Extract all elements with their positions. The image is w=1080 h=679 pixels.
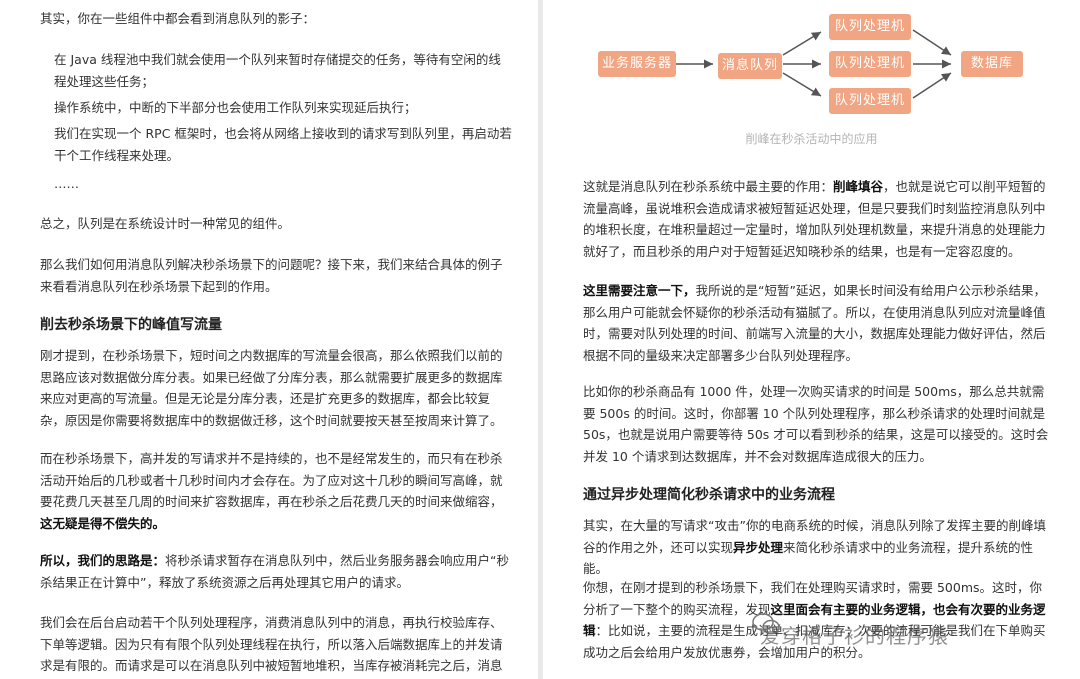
note-lead: 这里需要注意一下，	[583, 283, 696, 298]
worker2-box: 队列处理机	[829, 51, 911, 77]
intro-text: 其实，你在一些组件中都会看到消息队列的影子：	[40, 11, 316, 26]
summary-text: 总之，队列是在系统设计时一种常见的组件。	[40, 216, 291, 231]
worker1-box: 队列处理机	[829, 14, 911, 40]
section-heading-async: 通过异步处理简化秒杀请求中的业务流程	[583, 487, 835, 503]
approach-lead: 所以，我们的思路是：	[40, 553, 166, 568]
paragraph-async: 其实，在大量的写请求“攻击”你的电商系统的时候，消息队列除了发挥主要的削峰填谷的…	[583, 515, 1054, 580]
service-box: 业务服务器	[598, 51, 676, 77]
peak-shaving-lead: 这就是消息队列在秒杀系统中最主要的作用：	[583, 179, 834, 194]
peak-shaving-diagram: 业务服务器 消息队列 队列处理机 队列处理机 队列处理机 数据库 削峰在秒杀活动…	[543, 0, 1080, 160]
left-page: 其实，你在一些组件中都会看到消息队列的影子： 在 Java 线程池中我们就会使用…	[0, 0, 538, 679]
arrow-worker3-db	[912, 72, 952, 99]
queue-box: 消息队列	[718, 53, 782, 79]
bullet-ellipsis: ……	[54, 176, 79, 191]
db-box: 数据库	[961, 51, 1023, 77]
burst-conclusion: 这无疑是得不偿失的。	[40, 515, 166, 531]
watermark-text: 爱穿格子衫的程序猿	[760, 624, 949, 648]
paragraph-workers: 我们会在后台启动若干个队列处理程序，消费消息队列中的消息，再执行校验库存、下单等…	[40, 615, 503, 673]
paragraph-example: 比如你的秒杀商品有 1000 件，处理一次购买请求的时间是 500ms，那么总共…	[583, 384, 1049, 464]
arrow-queue-worker3	[782, 72, 822, 97]
right-page: 业务服务器 消息队列 队列处理机 队列处理机 队列处理机 数据库 削峰在秒杀活动…	[543, 0, 1080, 679]
bullet-java: 在 Java 线程池中我们就会使用一个队列来暂时存储提交的任务，等待有空闲的线程…	[54, 52, 501, 89]
worker3-box: 队列处理机	[829, 88, 911, 114]
paragraph-sharding: 刚才提到，在秒杀场景下，短时间之内数据库的写流量会很高，那么依照我们以前的思路应…	[40, 348, 503, 428]
paragraph-burst: 而在秒杀场景下，高并发的写请求并不是持续的，也不是经常发生的，而只有在秒杀活动开…	[40, 448, 512, 534]
diagram-caption: 削峰在秒杀活动中的应用	[745, 132, 878, 146]
bullet-os: 操作系统中，中断的下半部分也会使用工作队列来实现延后执行；	[54, 100, 417, 115]
question-text: 那么我们如何用消息队列解决秒杀场景下的问题呢？接下来，我们来结合具体的例子来看看…	[40, 257, 503, 294]
peak-shaving-term: 削峰填谷	[833, 179, 884, 194]
arrow-queue-worker1	[782, 31, 822, 56]
arrow-worker1-db	[912, 29, 952, 56]
paragraph-note: 这里需要注意一下，我所说的是“短暂”延迟，如果长时间没有给用户公示秒杀结果，那么…	[583, 280, 1054, 366]
section-heading-peak: 削去秒杀场景下的峰值写流量	[40, 317, 222, 333]
burst-text: 而在秒杀场景下，高并发的写请求并不是持续的，也不是经常发生的，而只有在秒杀活动开…	[40, 451, 503, 509]
async-term: 异步处理	[733, 539, 784, 555]
bullet-rpc: 我们在实现一个 RPC 框架时，也会将从网络上接收到的请求写到队列里，再启动若干…	[54, 126, 512, 163]
paragraph-peak-shaving: 这就是消息队列在秒杀系统中最主要的作用：削峰填谷，也就是说它可以削平短暂的流量高…	[583, 176, 1054, 262]
paragraph-approach: 所以，我们的思路是：将秒杀请求暂存在消息队列中，然后业务服务器会响应用户“秒杀结…	[40, 550, 512, 593]
